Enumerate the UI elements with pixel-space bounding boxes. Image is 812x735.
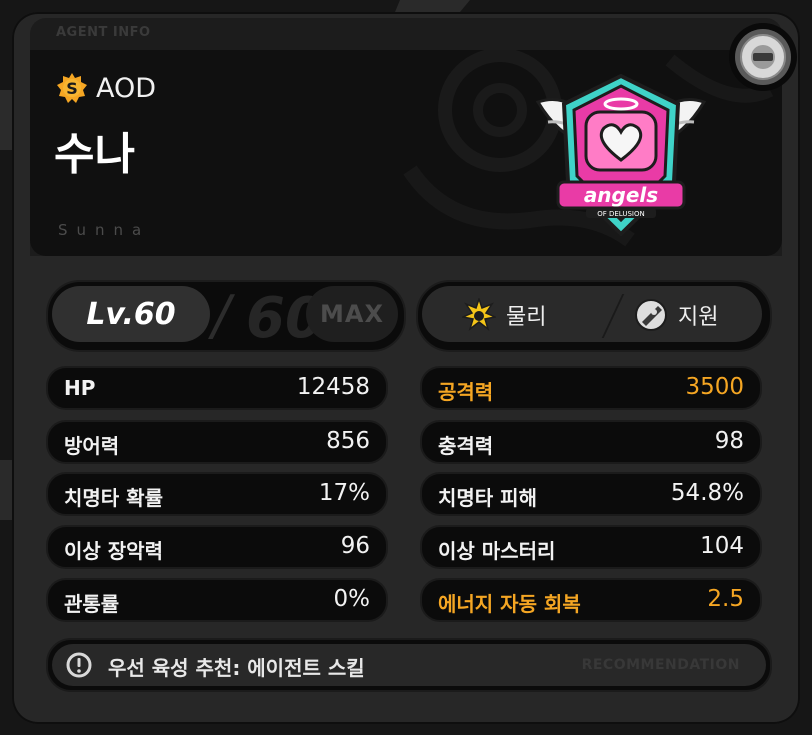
stat-label: 치명타 피해 <box>438 486 537 510</box>
stat-value: 856 <box>326 428 370 454</box>
stat-anomaly-proficiency: 이상 장악력 96 <box>46 525 388 569</box>
stat-value: 2.5 <box>707 586 744 612</box>
stat-defense: 방어력 856 <box>46 420 388 464</box>
stat-label: 이상 마스터리 <box>438 539 556 563</box>
support-specialty-icon <box>635 299 667 331</box>
physical-attribute-icon <box>462 298 496 332</box>
stat-anomaly-mastery: 이상 마스터리 104 <box>420 525 762 569</box>
recommendation-text: 우선 육성 추천: 에이전트 스킬 <box>108 656 365 680</box>
stat-impact: 충격력 98 <box>420 420 762 464</box>
specialty-support: 지원 <box>634 298 718 332</box>
stat-value: 98 <box>714 428 744 454</box>
stat-value: 17% <box>318 480 370 506</box>
stat-label: 관통률 <box>64 592 120 616</box>
stat-energy-regen: 에너지 자동 회복 2.5 <box>420 578 762 622</box>
header-label: AGENT INFO <box>56 25 151 40</box>
agent-romanized-name: Sunna <box>58 221 151 239</box>
stat-value: 104 <box>700 533 744 559</box>
type-inner: 물리 지원 <box>422 286 762 342</box>
svg-text:angels: angels <box>584 183 658 207</box>
faction-name: AOD <box>96 72 157 104</box>
angels-of-delusion-emblem: angels OF DELUSION <box>535 73 707 237</box>
agent-type-display: 물리 지원 <box>416 280 772 352</box>
attribute-label: 물리 <box>506 305 547 330</box>
stat-pen-ratio: 관통률 0% <box>46 578 388 622</box>
faction-row: S AOD <box>56 72 156 104</box>
type-divider <box>601 294 625 338</box>
recommendation-bar[interactable]: 우선 육성 추천: 에이전트 스킬 RECOMMENDATION <box>46 638 772 692</box>
current-level-box: Lv.60 <box>52 286 210 342</box>
stat-value: 54.8% <box>670 480 744 506</box>
stat-label: 치명타 확률 <box>64 486 163 510</box>
stat-attack: 공격력 3500 <box>420 366 762 410</box>
stat-crit-dmg: 치명타 피해 54.8% <box>420 472 762 516</box>
exclamation-icon <box>66 652 92 678</box>
s-rank-icon: S <box>57 73 87 103</box>
level-slash: / <box>212 284 231 347</box>
stat-hp: HP 12458 <box>46 366 388 410</box>
recommendation-inner: 우선 육성 추천: 에이전트 스킬 RECOMMENDATION <box>52 644 766 686</box>
specialty-label: 지원 <box>678 305 719 330</box>
stat-value: 96 <box>340 533 370 559</box>
level-display: Lv.60 / 60 MAX <box>46 280 406 352</box>
stat-value: 0% <box>333 586 371 612</box>
agent-name: 수나 <box>54 129 135 180</box>
attribute-physical: 물리 <box>462 298 546 332</box>
stat-value: 12458 <box>296 374 370 400</box>
stat-label: 공격력 <box>438 380 494 404</box>
stat-label: HP <box>64 376 96 400</box>
stat-label: 에너지 자동 회복 <box>438 592 581 616</box>
stat-label: 이상 장악력 <box>64 539 163 563</box>
stat-value: 3500 <box>685 374 744 400</box>
current-level: Lv.60 <box>86 296 176 332</box>
stat-label: 충격력 <box>438 434 494 458</box>
w-engine-disc-icon[interactable] <box>728 22 798 92</box>
max-badge: MAX <box>306 286 398 342</box>
svg-text:OF DELUSION: OF DELUSION <box>597 210 645 218</box>
stat-label: 방어력 <box>64 434 120 458</box>
svg-text:S: S <box>66 79 78 98</box>
stat-crit-rate: 치명타 확률 17% <box>46 472 388 516</box>
recommendation-tag: RECOMMENDATION <box>581 657 740 673</box>
